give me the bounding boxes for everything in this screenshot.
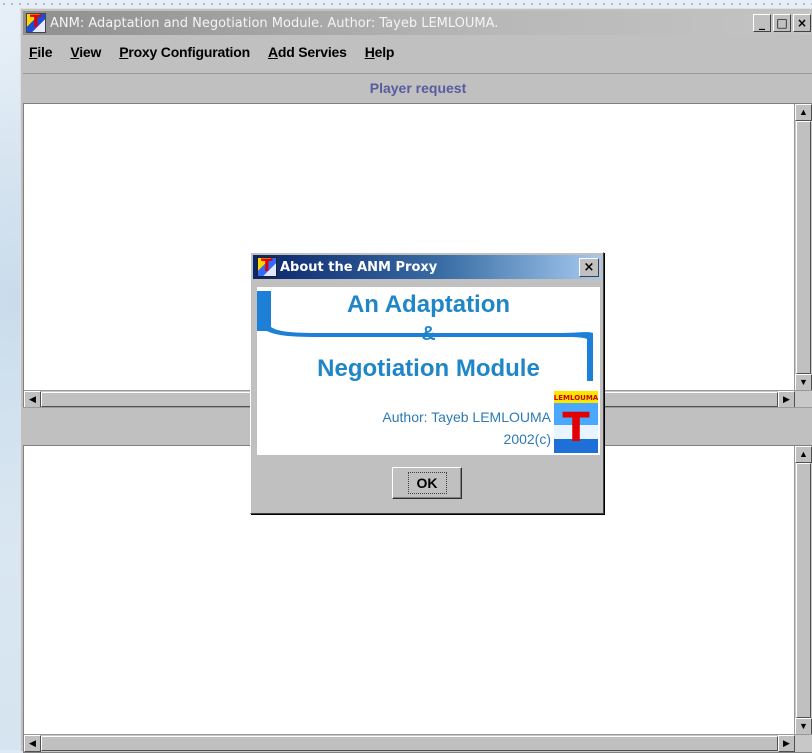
dialog-close-button[interactable]: ×: [579, 258, 599, 277]
menu-proxy-configuration[interactable]: Proxy Configuration: [119, 44, 250, 60]
menu-view[interactable]: View: [70, 44, 101, 60]
scroll-left-icon[interactable]: ◀: [24, 391, 41, 408]
menu-bar: File View Proxy Configuration Add Servie…: [21, 39, 812, 65]
menu-proxy-label: roxy Configuration: [128, 44, 250, 60]
ok-button-label: OK: [407, 472, 447, 494]
dialog-title: About the ANM Proxy: [280, 259, 438, 275]
scroll-up-icon[interactable]: ▲: [795, 104, 812, 121]
scroll-left-icon[interactable]: ◀: [24, 735, 41, 752]
menu-proxy-mnemonic: P: [119, 44, 129, 60]
menu-add-label: dd Servies: [277, 44, 347, 60]
bottom-horizontal-thumb[interactable]: [41, 736, 778, 751]
dialog-logo-icon: [257, 256, 277, 277]
bottom-horizontal-scrollbar[interactable]: ◀ ▶: [24, 734, 812, 752]
menu-add-mnemonic: A: [267, 44, 278, 60]
menu-view-mnemonic: V: [70, 44, 80, 60]
about-heading-line3: Negotiation Module: [317, 355, 540, 382]
about-heading-ampersand: &: [421, 323, 436, 345]
about-year: 2002(c): [503, 431, 551, 447]
player-request-header: Player request: [23, 73, 812, 102]
scroll-down-icon[interactable]: ▼: [795, 718, 812, 735]
top-vertical-thumb[interactable]: [796, 121, 811, 374]
scroll-right-icon[interactable]: ▶: [778, 391, 795, 408]
menu-help[interactable]: Help: [365, 44, 395, 60]
scroll-down-icon[interactable]: ▼: [795, 374, 812, 391]
lemlouma-logo-graphic: LEMLOUMA T: [554, 391, 598, 453]
bottom-vertical-scrollbar[interactable]: ▲ ▼: [794, 446, 812, 735]
menu-file[interactable]: File: [29, 44, 53, 60]
menu-file-label: ile: [37, 44, 53, 60]
app-logo-icon: [26, 12, 46, 33]
dialog-title-bar[interactable]: About the ANM Proxy ×: [253, 255, 601, 279]
menu-help-label: elp: [374, 44, 395, 60]
window-controls: _ □ ×: [753, 14, 811, 32]
top-vertical-scrollbar[interactable]: ▲ ▼: [794, 104, 812, 391]
title-bar[interactable]: ANM: Adaptation and Negotiation Module. …: [23, 11, 812, 35]
close-button[interactable]: ×: [793, 14, 811, 32]
about-dialog: About the ANM Proxy × An Adaptation & Ne…: [250, 252, 604, 514]
minimize-button[interactable]: _: [753, 14, 771, 32]
maximize-button[interactable]: □: [773, 14, 791, 32]
about-heading-line1: An Adaptation: [346, 291, 511, 318]
dialog-content: An Adaptation & Negotiation Module Autho…: [257, 287, 600, 455]
about-author: Author: Tayeb LEMLOUMA: [382, 409, 551, 425]
menu-view-label: iew: [79, 44, 102, 60]
scroll-up-icon[interactable]: ▲: [795, 446, 812, 463]
logo-letter: T: [562, 405, 590, 451]
logo-text: LEMLOUMA: [554, 394, 598, 402]
scroll-right-icon[interactable]: ▶: [778, 735, 795, 752]
ok-button[interactable]: OK: [392, 467, 462, 499]
window-title: ANM: Adaptation and Negotiation Module. …: [50, 15, 499, 31]
bottom-vertical-thumb[interactable]: [796, 463, 811, 718]
lemlouma-logo: LEMLOUMA T: [554, 391, 598, 453]
desktop-dotted-edge: [0, 0, 812, 8]
menu-add-services[interactable]: Add Servies: [268, 44, 347, 60]
menu-help-mnemonic: H: [364, 44, 375, 60]
